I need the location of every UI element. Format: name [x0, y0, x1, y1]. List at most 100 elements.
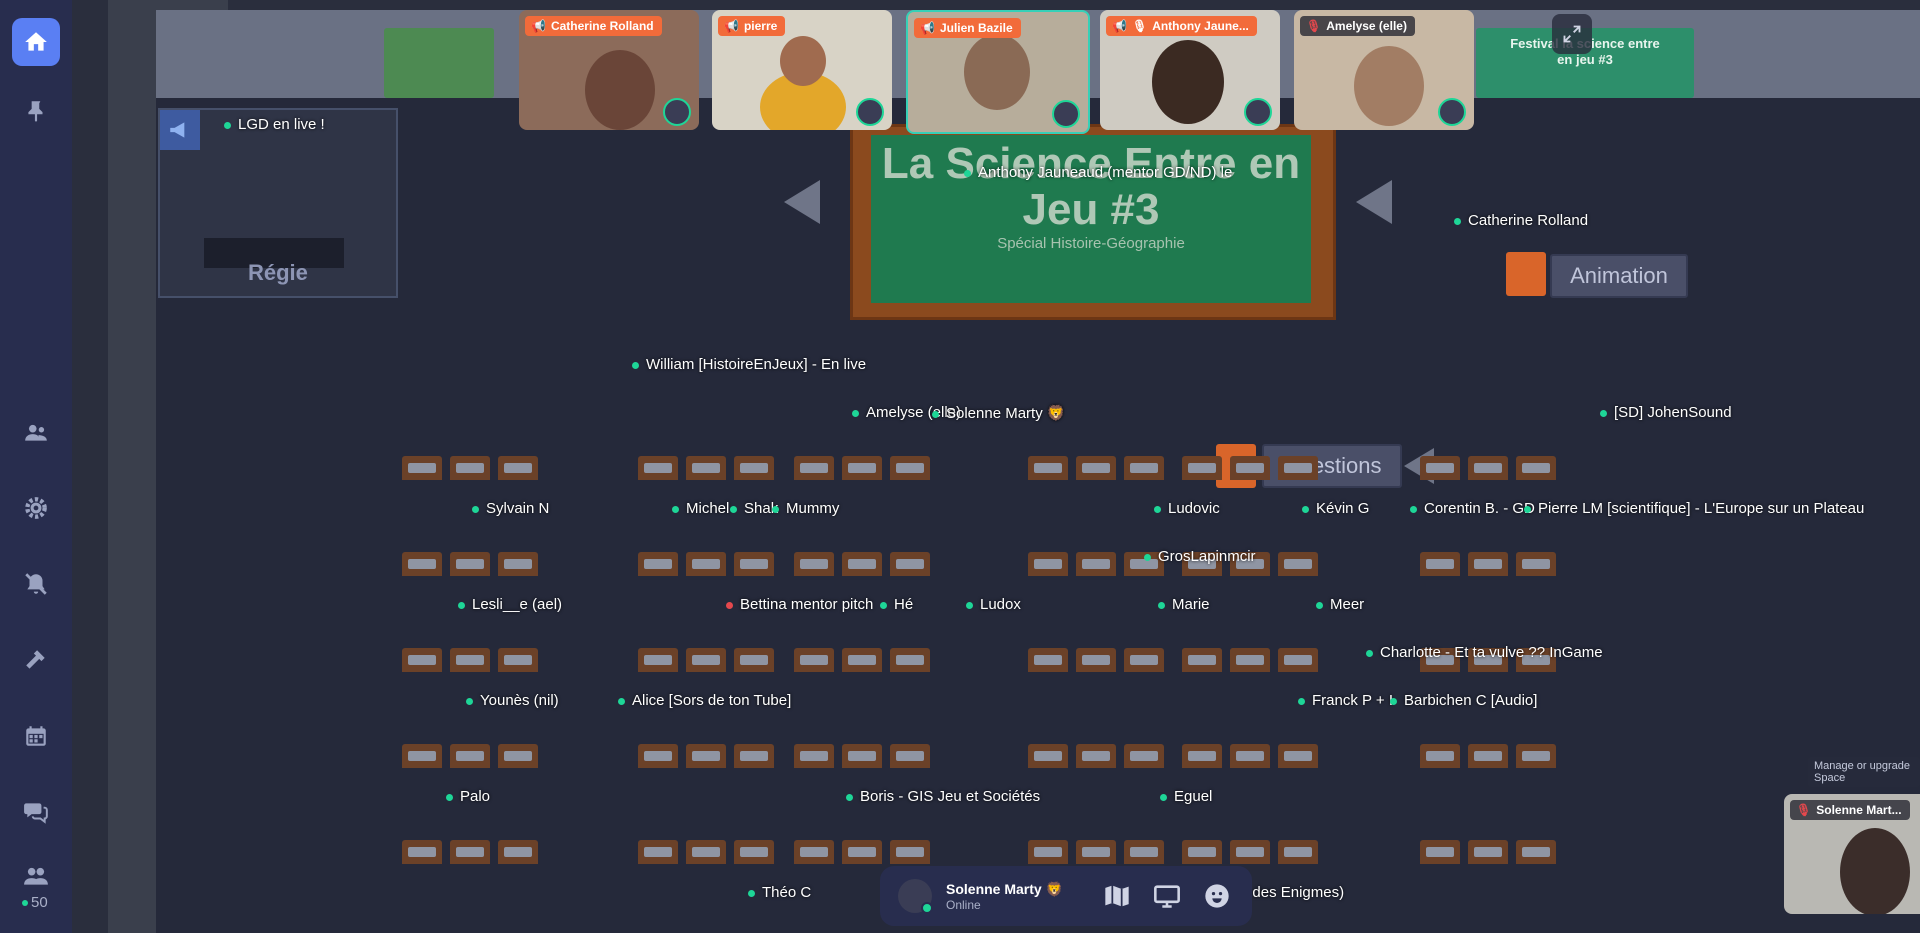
chair[interactable]: [1182, 648, 1222, 672]
chair[interactable]: [1076, 744, 1116, 768]
chair[interactable]: [498, 744, 538, 768]
expand-videos-button[interactable]: [1552, 14, 1592, 54]
chair[interactable]: [1028, 744, 1068, 768]
chair[interactable]: [1124, 840, 1164, 864]
chair[interactable]: [1278, 648, 1318, 672]
chair[interactable]: [686, 552, 726, 576]
avatar-name-label[interactable]: Eguel: [1160, 788, 1212, 805]
chair[interactable]: [1230, 456, 1270, 480]
chair[interactable]: [1420, 744, 1460, 768]
avatar-name-label[interactable]: Shak: [730, 500, 778, 517]
avatar-name-label[interactable]: Sylvain N: [472, 500, 549, 517]
avatar-name-label[interactable]: Théo C: [748, 884, 811, 901]
avatar-name-label[interactable]: Alice [Sors de ton Tube]: [618, 692, 791, 709]
avatar-name-label[interactable]: Boris - GIS Jeu et Sociétés: [846, 788, 1040, 805]
avatar-name-label[interactable]: GrosLapinmcir: [1144, 548, 1256, 565]
chair[interactable]: [1420, 456, 1460, 480]
map-icon[interactable]: [1103, 882, 1131, 910]
participants-button[interactable]: [12, 409, 60, 457]
avatar-name-label[interactable]: Ludox: [966, 596, 1021, 613]
chair[interactable]: [842, 840, 882, 864]
avatar-name-label[interactable]: Charlotte - Et ta vulve ?? InGame: [1366, 644, 1603, 661]
avatar[interactable]: [898, 879, 933, 914]
chair[interactable]: [794, 744, 834, 768]
avatar-name-label[interactable]: Barbichen C [Audio]: [1390, 692, 1537, 709]
chair[interactable]: [1124, 744, 1164, 768]
chair[interactable]: [1516, 552, 1556, 576]
chair[interactable]: [402, 840, 442, 864]
chair[interactable]: [686, 456, 726, 480]
chair[interactable]: [1076, 648, 1116, 672]
chair[interactable]: [638, 552, 678, 576]
chair[interactable]: [890, 648, 930, 672]
chair[interactable]: [842, 456, 882, 480]
avatar-name-label[interactable]: Palo: [446, 788, 490, 805]
chair[interactable]: [734, 648, 774, 672]
chair[interactable]: [450, 456, 490, 480]
chair[interactable]: [1028, 456, 1068, 480]
chair[interactable]: [794, 840, 834, 864]
self-video-tile[interactable]: 🎙 Solenne Mart...: [1784, 794, 1920, 914]
chair[interactable]: [686, 840, 726, 864]
chair[interactable]: [402, 648, 442, 672]
chair[interactable]: [450, 744, 490, 768]
chair[interactable]: [450, 552, 490, 576]
chair[interactable]: [1516, 456, 1556, 480]
avatar-name-label[interactable]: Franck P + I: [1298, 692, 1393, 709]
avatar-name-label[interactable]: Younès (nil): [466, 692, 559, 709]
video-tile[interactable]: 📢 Catherine Rolland: [519, 10, 699, 130]
avatar-name-label[interactable]: Meer: [1316, 596, 1364, 613]
avatar-name-label[interactable]: Bettina mentor pitch: [726, 596, 873, 613]
chair[interactable]: [1124, 648, 1164, 672]
chair[interactable]: [1028, 840, 1068, 864]
chair[interactable]: [1278, 552, 1318, 576]
space-map[interactable]: Festival la science entre en jeu #3 La S…: [72, 0, 1920, 933]
chair[interactable]: [638, 456, 678, 480]
chair[interactable]: [1124, 456, 1164, 480]
chair[interactable]: [734, 744, 774, 768]
chair[interactable]: [794, 648, 834, 672]
chair[interactable]: [1468, 744, 1508, 768]
chair[interactable]: [842, 744, 882, 768]
manage-space-link[interactable]: Manage or upgrade Space: [1808, 757, 1920, 787]
chair[interactable]: [1076, 456, 1116, 480]
chair[interactable]: [1230, 648, 1270, 672]
avatar-name-label[interactable]: LGD en live !: [224, 116, 325, 133]
chair[interactable]: [402, 552, 442, 576]
chair[interactable]: [686, 744, 726, 768]
chair[interactable]: [638, 648, 678, 672]
chair[interactable]: [1516, 744, 1556, 768]
chair[interactable]: [1182, 456, 1222, 480]
video-tile[interactable]: 📢 🎙 Anthony Jaune...: [1100, 10, 1280, 130]
avatar-name-label[interactable]: Michel: [672, 500, 729, 517]
video-tile[interactable]: 🎙 Amelyse (elle): [1294, 10, 1474, 130]
chair[interactable]: [1182, 744, 1222, 768]
chair[interactable]: [686, 648, 726, 672]
chair[interactable]: [1278, 840, 1318, 864]
chair[interactable]: [842, 552, 882, 576]
avatar-name-label[interactable]: William [HistoireEnJeux] - En live: [632, 356, 866, 373]
avatar-name-label[interactable]: Pierre LM [scientifique] - L'Europe sur …: [1524, 500, 1864, 517]
chair[interactable]: [1278, 744, 1318, 768]
chair[interactable]: [498, 648, 538, 672]
screen-share-icon[interactable]: [1153, 882, 1181, 910]
chair[interactable]: [1230, 744, 1270, 768]
chair[interactable]: [402, 744, 442, 768]
settings-button[interactable]: [12, 484, 60, 532]
chair[interactable]: [498, 552, 538, 576]
chair[interactable]: [734, 840, 774, 864]
pin-button[interactable]: [12, 87, 60, 135]
chair[interactable]: [1468, 552, 1508, 576]
avatar-name-label[interactable]: Corentin B. - GD: [1410, 500, 1535, 517]
avatar-name-label[interactable]: [SD] JohenSound: [1600, 404, 1732, 421]
chair[interactable]: [734, 552, 774, 576]
chair[interactable]: [498, 840, 538, 864]
chair[interactable]: [890, 840, 930, 864]
chair[interactable]: [450, 840, 490, 864]
video-tile[interactable]: 📢 Julien Bazile: [906, 10, 1090, 134]
avatar-name-label[interactable]: Lesli__e (ael): [458, 596, 562, 613]
chair[interactable]: [1468, 840, 1508, 864]
chair[interactable]: [1516, 840, 1556, 864]
chair[interactable]: [638, 744, 678, 768]
online-users-button[interactable]: [12, 856, 60, 896]
